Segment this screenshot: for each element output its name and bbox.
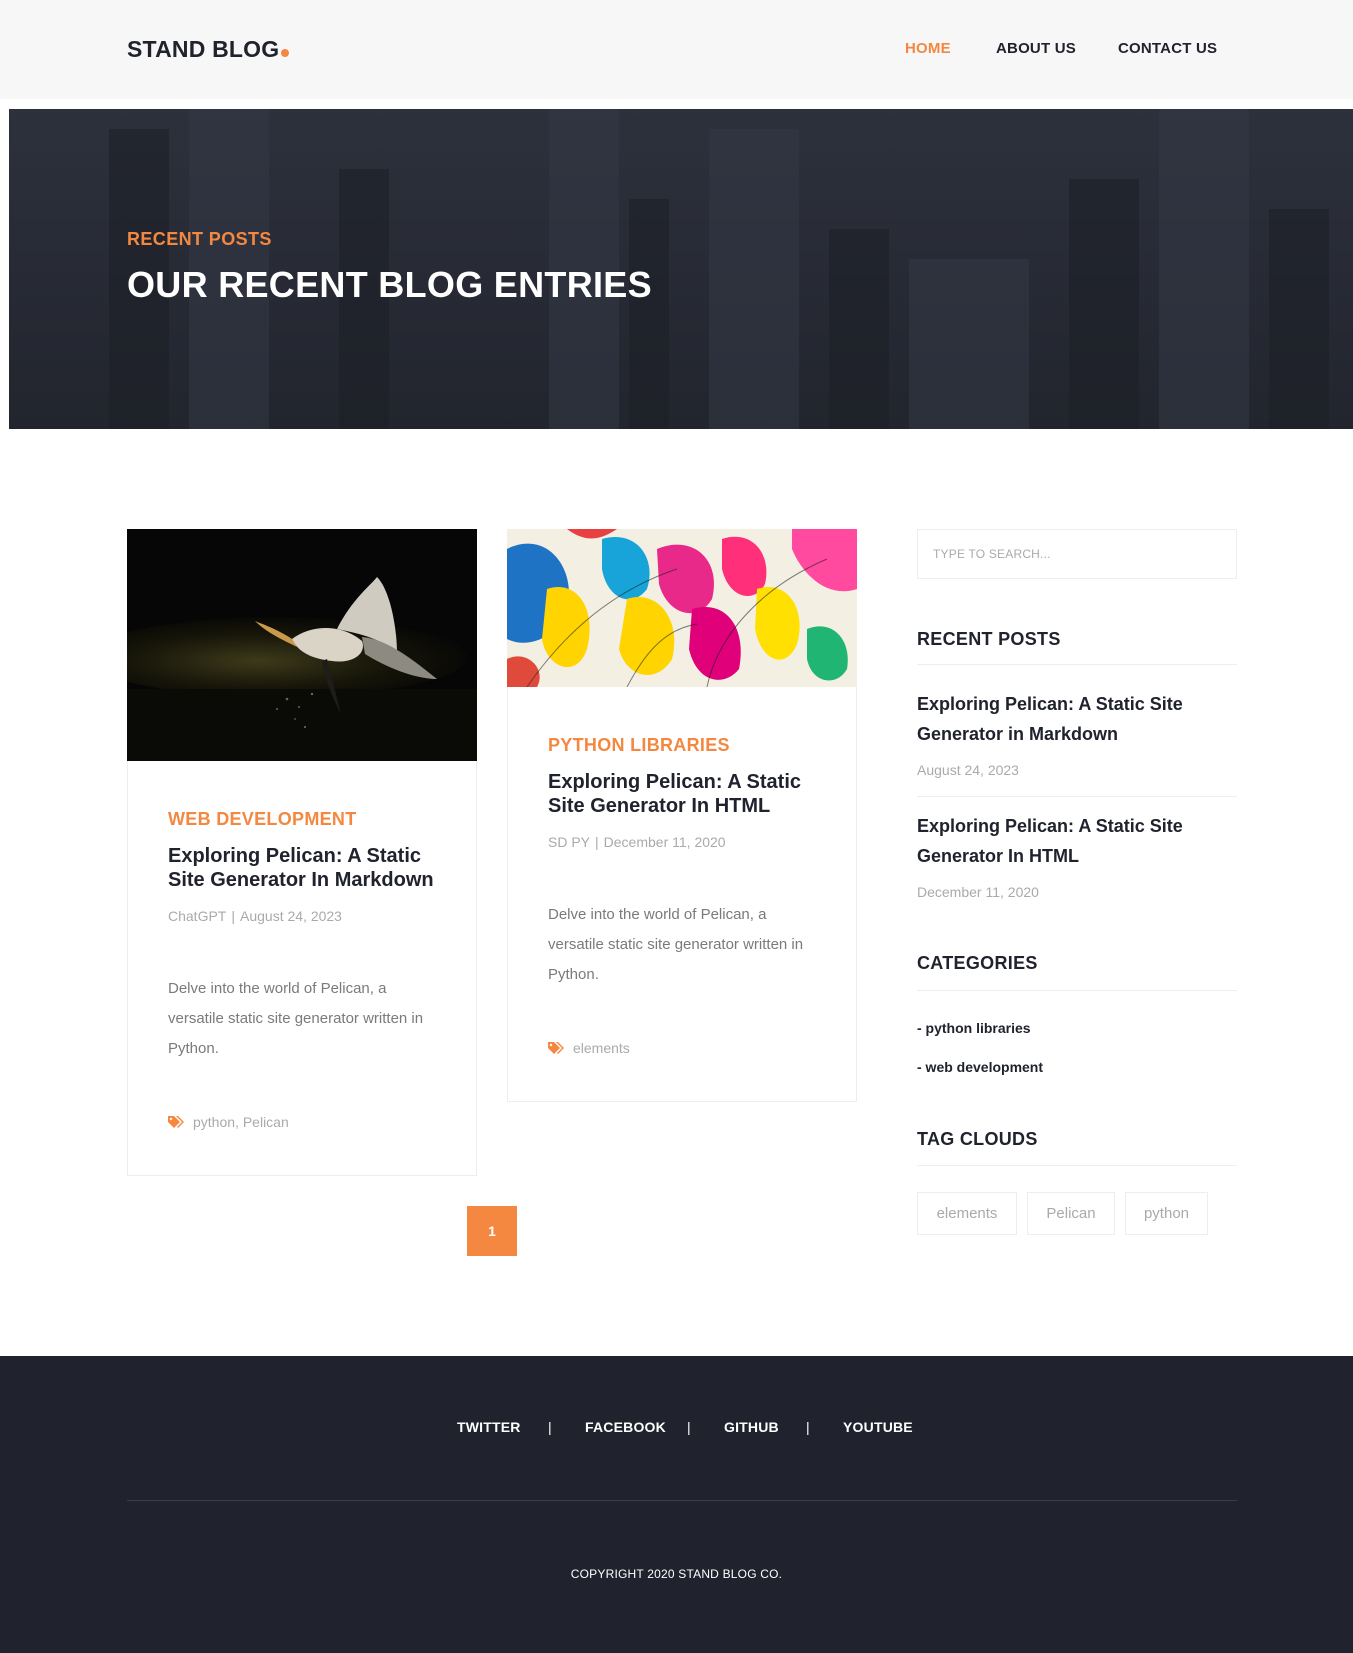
post-card: PYTHON LIBRARIES Exploring Pelican: A St… — [507, 529, 857, 1102]
post-tags: python, Pelican — [168, 1114, 446, 1130]
meta-separator: | — [595, 834, 599, 850]
post-author[interactable]: ChatGPT — [168, 908, 226, 924]
nav-contact-us[interactable]: CONTACT US — [1118, 40, 1217, 57]
post-meta: SD PY | December 11, 2020 — [548, 834, 826, 850]
search-input[interactable] — [917, 529, 1237, 579]
tag-link[interactable]: Pelican — [243, 1114, 289, 1130]
tag-cloud-elements[interactable]: elements — [917, 1192, 1017, 1235]
hero-subtitle: RECENT POSTS — [127, 229, 272, 249]
footer-link-github[interactable]: GITHUB — [724, 1419, 779, 1435]
footer-separator: | — [548, 1419, 552, 1435]
tag-cloud-python[interactable]: python — [1125, 1192, 1208, 1235]
logo-dot — [281, 49, 290, 57]
meta-separator: | — [231, 908, 235, 924]
tag-link[interactable]: elements — [573, 1040, 630, 1056]
footer-link-twitter[interactable]: TWITTER — [457, 1419, 521, 1435]
categories-heading: CATEGORIES — [917, 953, 1038, 973]
footer-link-youtube[interactable]: YOUTUBE — [843, 1419, 913, 1435]
tag-separator: , — [235, 1114, 243, 1130]
nav-about-us[interactable]: ABOUT US — [996, 40, 1076, 57]
category-link-python-libraries[interactable]: - python libraries — [917, 1020, 1031, 1036]
site-logo-text: STAND BLOG — [127, 36, 280, 62]
post-excerpt: Delve into the world of Pelican, a versa… — [548, 906, 804, 983]
site-header: STAND BLOG HOME ABOUT US CONTACT US — [0, 0, 1353, 99]
tag-cloud-pelican[interactable]: Pelican — [1027, 1192, 1115, 1235]
divider — [917, 1165, 1237, 1166]
pagination-page-1[interactable]: 1 — [467, 1206, 517, 1256]
category-link-web-development[interactable]: - web development — [917, 1059, 1043, 1075]
pelican-photo — [127, 529, 477, 761]
post-date[interactable]: December 11, 2020 — [604, 834, 726, 850]
hero-banner: RECENT POSTS OUR RECENT BLOG ENTRIES — [9, 109, 1353, 429]
post-card-body: WEB DEVELOPMENT Exploring Pelican: A Sta… — [168, 809, 446, 924]
post-date[interactable]: August 24, 2023 — [240, 908, 342, 924]
post-author[interactable]: SD PY — [548, 834, 590, 850]
post-card-body: PYTHON LIBRARIES Exploring Pelican: A St… — [548, 735, 826, 850]
post-category[interactable]: PYTHON LIBRARIES — [548, 735, 826, 756]
nav-home[interactable]: HOME — [905, 40, 951, 57]
paint-photo — [507, 529, 857, 687]
post-card: WEB DEVELOPMENT Exploring Pelican: A Sta… — [127, 529, 477, 1176]
post-tags: elements — [548, 1040, 826, 1056]
recent-post-date: August 24, 2023 — [917, 762, 1019, 778]
recent-post-link[interactable]: Exploring Pelican: A Static Site Generat… — [917, 811, 1237, 871]
recent-post-date: December 11, 2020 — [917, 884, 1039, 900]
divider — [917, 990, 1237, 991]
site-logo[interactable]: STAND BLOG — [127, 36, 290, 63]
copyright-text: COPYRIGHT 2020 STAND BLOG CO. — [570, 1567, 783, 1581]
tags-icon — [168, 1116, 184, 1128]
post-category[interactable]: WEB DEVELOPMENT — [168, 809, 446, 830]
recent-posts-heading: RECENT POSTS — [917, 629, 1061, 649]
post-meta: ChatGPT | August 24, 2023 — [168, 908, 446, 924]
footer-separator: | — [687, 1419, 691, 1435]
footer-link-facebook[interactable]: FACEBOOK — [585, 1419, 666, 1435]
footer-divider — [127, 1500, 1237, 1501]
post-title[interactable]: Exploring Pelican: A Static Site Generat… — [168, 844, 446, 892]
post-image-pelican[interactable] — [127, 529, 477, 761]
divider — [917, 796, 1237, 797]
divider — [917, 664, 1237, 665]
tags-icon — [548, 1042, 564, 1054]
tag-clouds-heading: TAG CLOUDS — [917, 1129, 1038, 1149]
post-excerpt: Delve into the world of Pelican, a versa… — [168, 980, 424, 1057]
footer-separator: | — [806, 1419, 810, 1435]
site-footer: TWITTER | FACEBOOK | GITHUB | YOUTUBE CO… — [0, 1356, 1353, 1653]
post-title[interactable]: Exploring Pelican: A Static Site Generat… — [548, 770, 826, 818]
tag-link[interactable]: python — [193, 1114, 235, 1130]
hero-title: OUR RECENT BLOG ENTRIES — [127, 264, 652, 305]
post-image-paint[interactable] — [507, 529, 857, 687]
recent-post-link[interactable]: Exploring Pelican: A Static Site Generat… — [917, 689, 1237, 749]
